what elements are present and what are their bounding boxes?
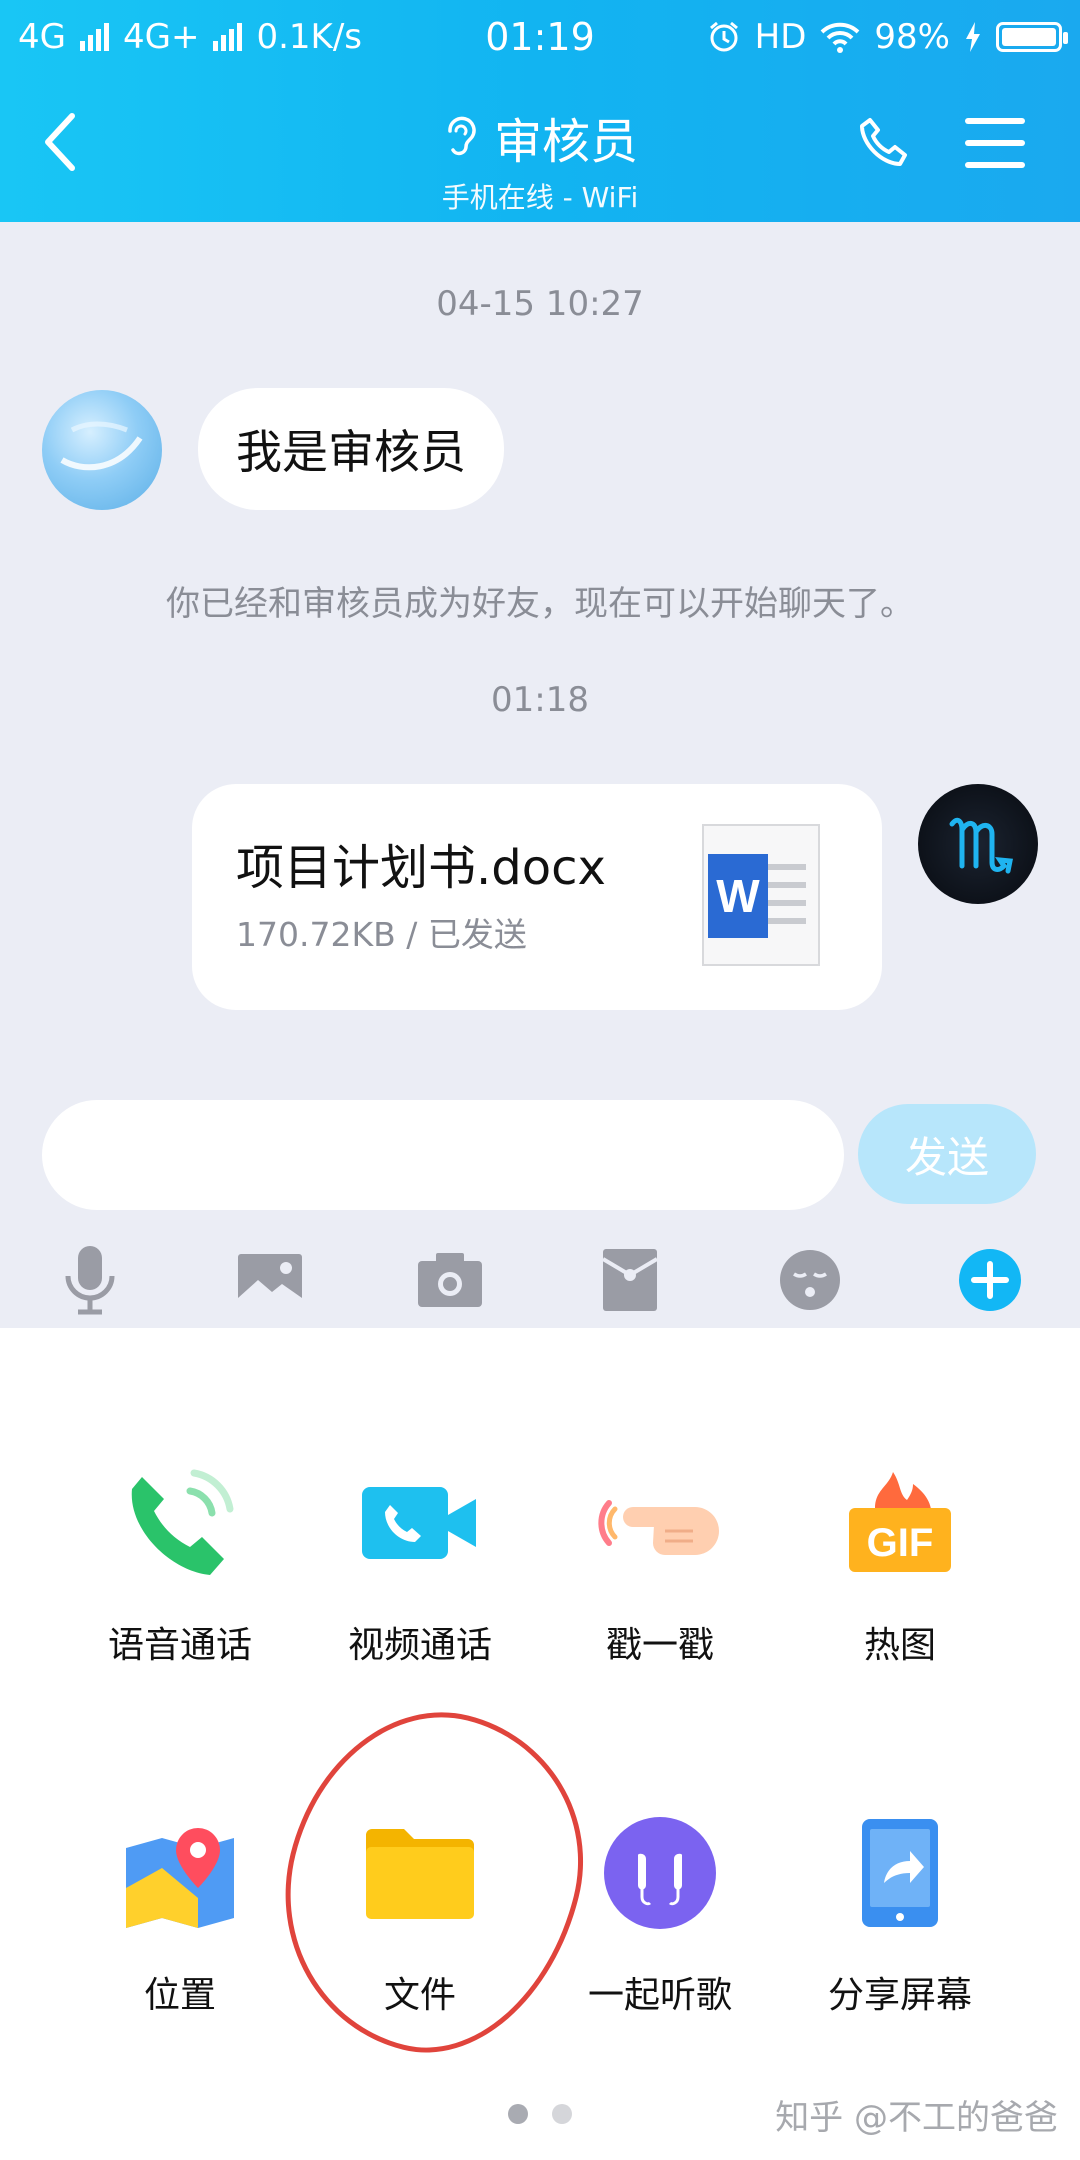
contact-avatar[interactable]: [42, 390, 162, 510]
ear-icon: [448, 116, 476, 156]
alarm-icon: [709, 21, 738, 52]
online-status: 手机在线 - WiFi: [441, 181, 639, 214]
chat-area: 04-15 10:27 我是审核员 你已经和审核员成为好友，现在可以开始聊天了。…: [0, 222, 1080, 1328]
call-button[interactable]: [858, 116, 918, 176]
camera-icon: [418, 1253, 482, 1307]
watermark: 知乎 @不工的爸爸: [775, 2098, 1058, 2138]
signal-icon: [79, 23, 109, 51]
file-meta: 170.72KB / 已发送: [236, 915, 527, 954]
feature-label: 热图: [863, 1625, 936, 1666]
network-type-1: 4G: [18, 17, 66, 57]
hd-indicator: HD: [754, 17, 807, 57]
feature-label: 戳一戳: [605, 1625, 714, 1666]
camera-button[interactable]: [402, 1232, 498, 1328]
location-item[interactable]: 位置: [60, 1808, 300, 2018]
red-packet-icon: [601, 1249, 659, 1311]
more-panel: 语音通话 视频通话 戳一戳 GIF 热图 位置 文件 一起听歌 分享屏幕: [0, 1328, 1080, 2160]
headphones-icon: [604, 1817, 716, 1929]
chat-title: 审核员 手机在线 - WiFi: [0, 102, 1080, 216]
menu-button[interactable]: [965, 118, 1025, 174]
emoji-icon: [780, 1250, 840, 1310]
app-header: 4G 4G+ 0.1K/s 01:19 HD 98% 审核员 手机在线 - Wi…: [0, 0, 1080, 222]
message-bubble[interactable]: 我是审核员: [198, 388, 504, 510]
word-document-icon: W: [702, 824, 820, 966]
system-note: 你已经和审核员成为好友，现在可以开始聊天了。: [166, 584, 914, 624]
feature-label: 语音通话: [107, 1625, 252, 1666]
share-screen-icon: [862, 1819, 938, 1927]
location-icon: [126, 1828, 234, 1928]
plus-icon: [959, 1249, 1021, 1311]
contact-name: 审核员: [493, 114, 638, 170]
status-left: 4G 4G+ 0.1K/s: [18, 17, 362, 57]
feature-label: 一起听歌: [587, 1975, 732, 2016]
network-type-2: 4G+: [122, 17, 200, 57]
feature-label: 位置: [143, 1975, 216, 2016]
status-right: HD 98%: [707, 17, 1068, 57]
more-button[interactable]: [942, 1232, 1038, 1328]
file-message[interactable]: 项目计划书.docx 170.72KB / 已发送 W: [192, 784, 882, 1010]
nav-bar: 审核员 手机在线 - WiFi: [0, 80, 1080, 220]
red-packet-button[interactable]: [582, 1232, 678, 1328]
phone-icon: [860, 118, 907, 166]
share-screen-item[interactable]: 分享屏幕: [780, 1808, 1020, 2018]
phone-call-icon: [131, 1469, 234, 1575]
charging-icon: [966, 22, 980, 52]
feature-label: 视频通话: [347, 1625, 492, 1666]
voice-button[interactable]: [42, 1232, 138, 1328]
wifi-icon: [821, 22, 860, 53]
battery-percent: 98%: [874, 17, 950, 57]
image-icon: [238, 1254, 302, 1306]
file-name: 项目计划书.docx: [236, 840, 606, 896]
gif-text: GIF: [867, 1521, 934, 1565]
send-button[interactable]: 发送: [858, 1104, 1036, 1204]
video-call-item[interactable]: 视频通话: [300, 1458, 540, 1668]
sky-avatar-image: [60, 421, 143, 471]
signal-icon-2: [213, 23, 243, 51]
input-row: 发送: [0, 1100, 1080, 1210]
word-letter: W: [716, 870, 760, 922]
gif-icon: GIF: [849, 1472, 951, 1572]
timestamp: 01:18: [491, 680, 589, 720]
page-dot[interactable]: [552, 2104, 572, 2124]
microphone-icon: [65, 1246, 115, 1315]
message-input[interactable]: [42, 1100, 844, 1210]
poke-item[interactable]: 戳一戳: [540, 1458, 780, 1668]
my-avatar[interactable]: [918, 784, 1038, 904]
battery-icon: [996, 22, 1068, 52]
network-speed: 0.1K/s: [256, 17, 362, 57]
image-button[interactable]: [222, 1232, 318, 1328]
emoji-button[interactable]: [762, 1232, 858, 1328]
video-call-icon: [362, 1487, 476, 1559]
timestamp: 04-15 10:27: [436, 284, 644, 324]
feature-label: 分享屏幕: [827, 1975, 972, 2016]
status-bar: 4G 4G+ 0.1K/s 01:19 HD 98%: [0, 0, 1080, 74]
voice-call-item[interactable]: 语音通话: [60, 1458, 300, 1668]
input-toolbar: [0, 1232, 1080, 1328]
page-dot-active[interactable]: [508, 2104, 528, 2124]
poke-icon: [598, 1500, 719, 1555]
scorpio-avatar-image: [949, 817, 1013, 874]
hot-gif-item[interactable]: GIF 热图: [780, 1458, 1020, 1668]
